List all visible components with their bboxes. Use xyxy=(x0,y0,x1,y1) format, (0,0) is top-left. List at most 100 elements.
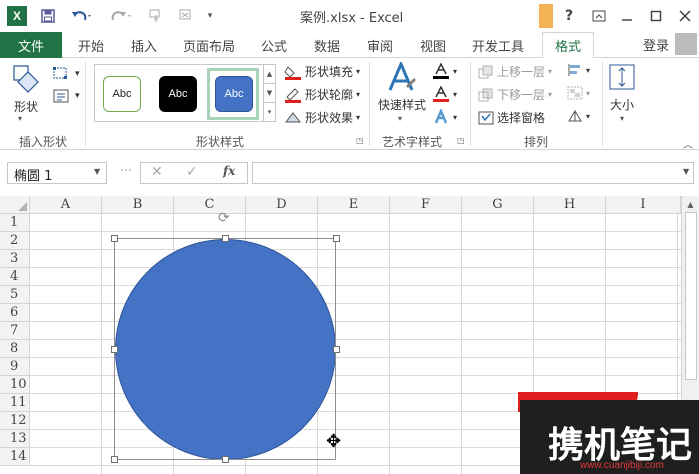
text-effects-icon[interactable]: ▾ xyxy=(432,109,457,125)
enter-icon[interactable]: ✓ xyxy=(186,164,198,180)
row-header[interactable]: 10 xyxy=(0,376,30,394)
size-dropdown-icon[interactable]: ▾ xyxy=(620,114,624,123)
ribbon-options-icon[interactable] xyxy=(584,0,614,32)
column-header-i[interactable]: I xyxy=(606,196,681,214)
row-header[interactable]: 7 xyxy=(0,322,30,340)
avatar[interactable] xyxy=(675,33,697,55)
quick-styles-icon[interactable] xyxy=(386,62,418,92)
style-swatch-blue[interactable]: Abc xyxy=(215,76,253,112)
resize-handle-left[interactable] xyxy=(111,346,118,353)
bring-forward-button[interactable]: 上移一层 ▾ xyxy=(478,63,552,80)
undo-icon[interactable] xyxy=(66,0,98,32)
tab-format[interactable]: 格式 xyxy=(542,32,595,59)
close-button[interactable] xyxy=(670,0,699,32)
resize-handle-top-left[interactable] xyxy=(111,235,118,242)
selection-pane-button[interactable]: 选择窗格 xyxy=(478,109,545,126)
redo-icon[interactable] xyxy=(106,0,138,32)
row-header[interactable]: 2 xyxy=(0,232,30,250)
row-header[interactable]: 9 xyxy=(0,358,30,376)
tab-file[interactable]: 文件 xyxy=(0,32,62,58)
minimize-button[interactable] xyxy=(612,0,642,32)
insert-function-icon[interactable]: fx xyxy=(223,164,235,178)
tab-page-layout[interactable]: 页面布局 xyxy=(183,32,235,58)
tab-insert[interactable]: 插入 xyxy=(131,32,157,58)
quick-styles-dropdown-icon[interactable]: ▾ xyxy=(398,114,402,123)
rotate-handle-icon[interactable]: ⟳ xyxy=(218,211,232,225)
cancel-icon[interactable]: ✕ xyxy=(151,164,163,180)
quick-styles-button[interactable]: 快速样式 xyxy=(378,96,426,113)
gallery-scroll[interactable]: ▲ ▼ ▾ xyxy=(264,64,276,122)
name-box-dropdown-icon[interactable]: ▼ xyxy=(94,167,100,176)
text-outline-icon[interactable]: ▾ xyxy=(432,86,457,102)
size-button[interactable]: 大小 xyxy=(610,96,634,113)
style-swatch-black[interactable]: Abc xyxy=(159,76,197,112)
column-header-c[interactable]: C xyxy=(174,196,246,214)
text-box-icon[interactable]: ▾ xyxy=(52,88,80,104)
ribbon-display-icon[interactable] xyxy=(539,4,553,28)
shape-dropdown-icon[interactable]: ▾ xyxy=(18,114,22,123)
column-header-a[interactable]: A xyxy=(30,196,102,214)
tab-review[interactable]: 审阅 xyxy=(367,32,393,58)
row-header[interactable]: 14 xyxy=(0,448,30,466)
wordart-dialog-launcher-icon[interactable]: ◳ xyxy=(457,136,465,145)
maximize-button[interactable] xyxy=(641,0,671,32)
collapse-ribbon-icon[interactable]: ︿ xyxy=(683,136,693,151)
resize-handle-top[interactable] xyxy=(222,235,229,242)
row-header[interactable]: 13 xyxy=(0,430,30,448)
tab-home[interactable]: 开始 xyxy=(78,32,104,58)
help-button[interactable]: ? xyxy=(554,0,584,32)
resize-handle-bottom[interactable] xyxy=(222,456,229,463)
column-header-g[interactable]: G xyxy=(462,196,534,214)
formula-bar-resize-icon[interactable]: ⋮ xyxy=(119,164,133,174)
sign-in-link[interactable]: 登录 xyxy=(643,35,669,54)
touch-mode-icon[interactable] xyxy=(144,0,168,32)
tab-formulas[interactable]: 公式 xyxy=(261,32,287,58)
row-header[interactable]: 3 xyxy=(0,250,30,268)
row-header[interactable]: 6 xyxy=(0,304,30,322)
edit-points-icon[interactable]: ▾ xyxy=(52,66,80,82)
quick-styles-label: 快速样式 xyxy=(378,98,427,112)
name-box[interactable]: 椭圆 1 xyxy=(7,162,107,184)
send-backward-button[interactable]: 下移一层 ▾ xyxy=(478,86,552,103)
column-header-b[interactable]: B xyxy=(102,196,174,214)
scroll-up-icon[interactable]: ▲ xyxy=(682,196,699,212)
tab-developer[interactable]: 开发工具 xyxy=(472,32,524,58)
row-header[interactable]: 1 xyxy=(0,214,30,232)
edit-shape-icon[interactable] xyxy=(10,64,42,94)
formula-input[interactable] xyxy=(252,162,694,184)
tab-view[interactable]: 视图 xyxy=(420,32,446,58)
column-header-h[interactable]: H xyxy=(534,196,606,214)
column-header-f[interactable]: F xyxy=(390,196,462,214)
resize-handle-top-right[interactable] xyxy=(333,235,340,242)
save-icon[interactable] xyxy=(38,0,58,32)
column-header-e[interactable]: E xyxy=(318,196,390,214)
gallery-more-icon[interactable]: ▾ xyxy=(264,103,275,121)
column-header-d[interactable]: D xyxy=(246,196,318,214)
align-icon[interactable]: ▾ xyxy=(567,63,590,77)
shape-effects-button[interactable]: 形状效果 ▾ xyxy=(284,109,360,126)
shape-fill-button[interactable]: 形状填充 ▾ xyxy=(284,63,360,80)
style-swatch-outline[interactable]: Abc xyxy=(103,76,141,112)
qat-dropdown-icon[interactable]: ▾ xyxy=(204,0,216,32)
customize-icon[interactable] xyxy=(174,0,198,32)
shape-menu[interactable]: 形状 xyxy=(14,98,38,115)
resize-handle-bottom-left[interactable] xyxy=(111,456,118,463)
dialog-launcher-icon[interactable]: ◳ xyxy=(356,136,364,145)
gallery-down-icon[interactable]: ▼ xyxy=(264,84,275,103)
text-fill-icon[interactable]: ▾ xyxy=(432,63,457,79)
row-header[interactable]: 4 xyxy=(0,268,30,286)
group-objects-icon[interactable]: ▾ xyxy=(567,86,590,100)
row-header[interactable]: 5 xyxy=(0,286,30,304)
resize-handle-right[interactable] xyxy=(333,346,340,353)
rotate-icon[interactable]: ▾ xyxy=(567,109,590,123)
row-header[interactable]: 12 xyxy=(0,412,30,430)
size-icon[interactable] xyxy=(607,62,637,92)
tab-data[interactable]: 数据 xyxy=(314,32,340,58)
shape-outline-button[interactable]: 形状轮廓 ▾ xyxy=(284,86,360,103)
gallery-up-icon[interactable]: ▲ xyxy=(264,65,275,84)
row-header[interactable]: 8 xyxy=(0,340,30,358)
select-all-button[interactable] xyxy=(0,196,30,214)
expand-formula-icon[interactable]: ▼ xyxy=(683,167,689,176)
row-header[interactable]: 11 xyxy=(0,394,30,412)
scroll-thumb[interactable] xyxy=(685,212,697,380)
